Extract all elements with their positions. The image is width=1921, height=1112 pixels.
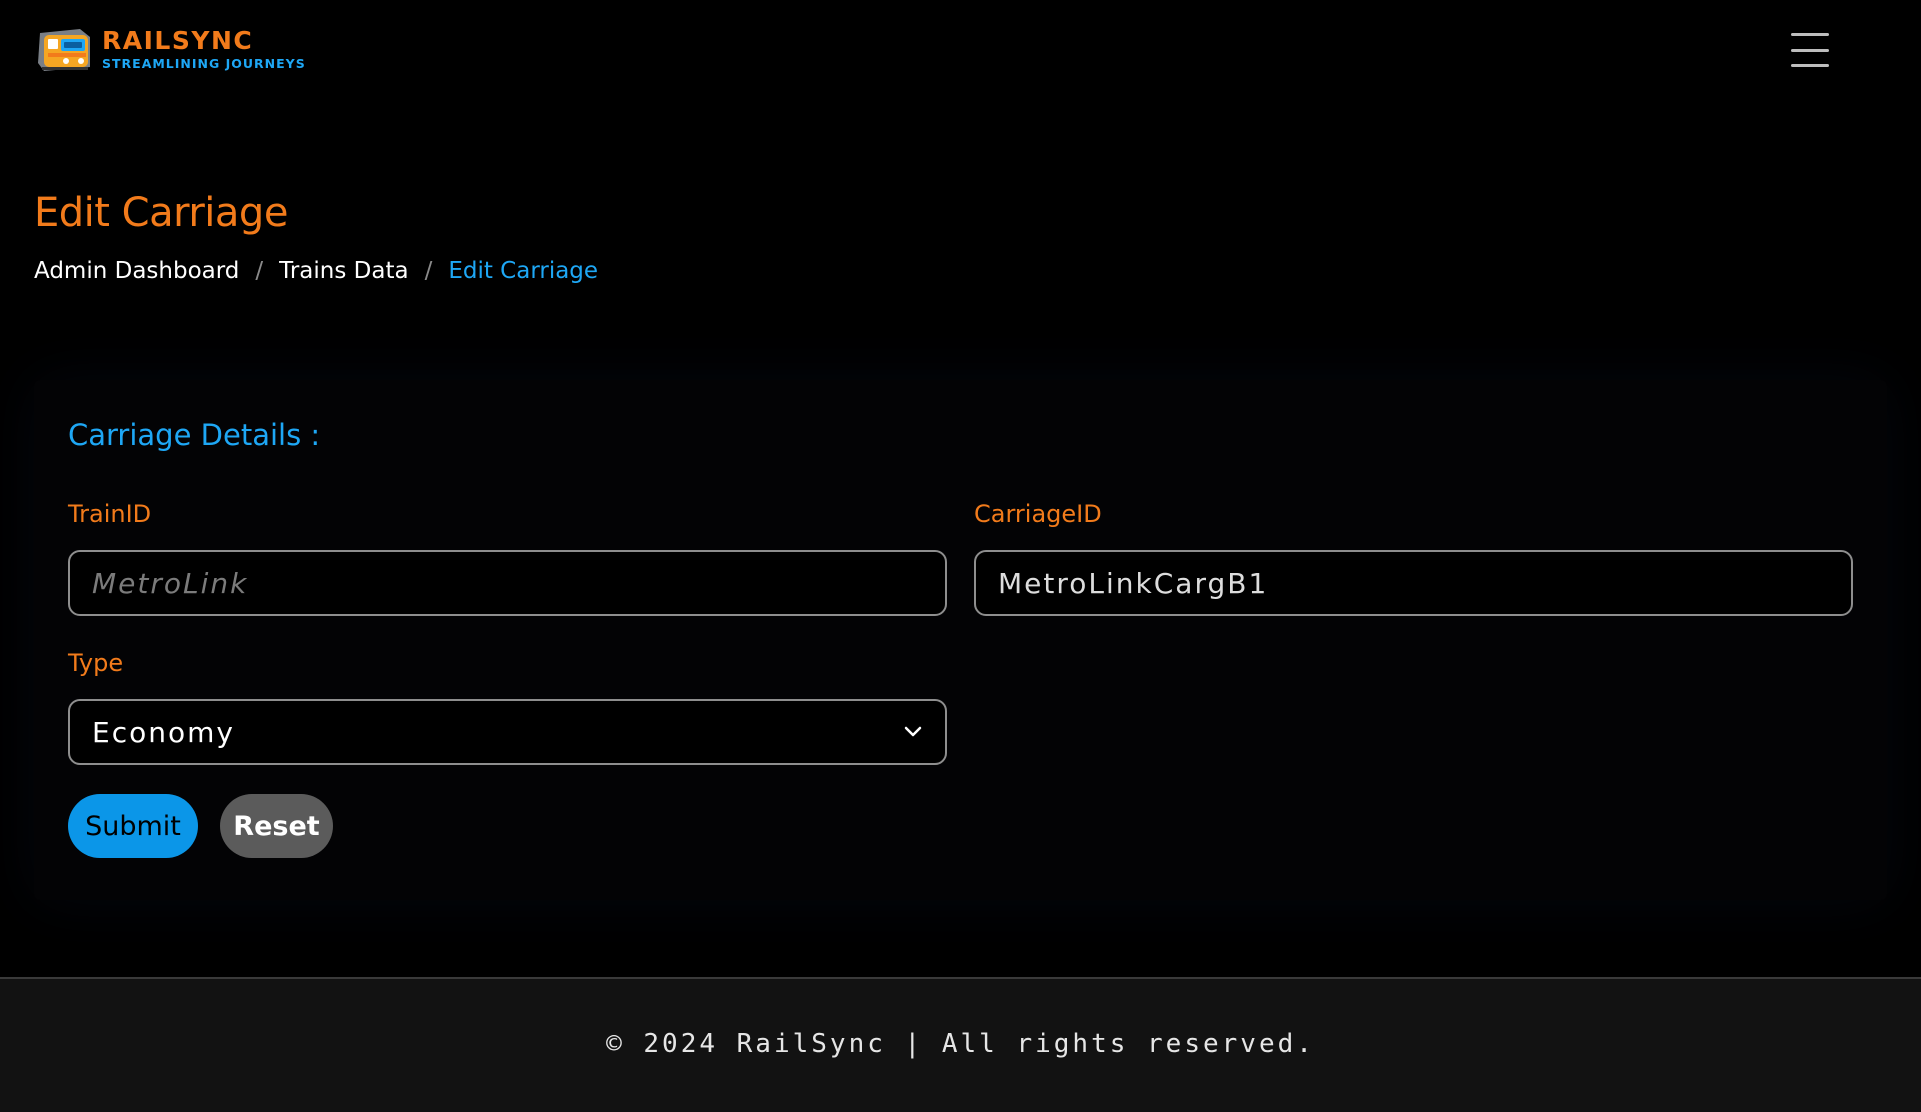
type-label: Type: [68, 649, 124, 677]
breadcrumb-separator: /: [255, 258, 264, 284]
section-title: Carriage Details :: [68, 418, 321, 452]
navbar: RAILSYNC STREAMLINING JOURNEYS: [0, 0, 1921, 100]
footer: © 2024 RailSync | All rights reserved.: [0, 977, 1921, 1112]
train-id-label: TrainID: [68, 500, 152, 528]
breadcrumb-current: Edit Carriage: [448, 258, 599, 284]
footer-copyright: © 2024 RailSync | All rights reserved.: [606, 1028, 1315, 1059]
breadcrumb-admin-dashboard[interactable]: Admin Dashboard: [34, 258, 239, 284]
brand-name: RAILSYNC: [102, 25, 254, 55]
brand-logo[interactable]: RAILSYNC STREAMLINING JOURNEYS: [34, 22, 306, 76]
submit-button[interactable]: Submit: [68, 794, 198, 858]
page-title: Edit Carriage: [34, 190, 288, 236]
type-select[interactable]: Economy: [68, 699, 947, 765]
reset-button[interactable]: Reset: [220, 794, 333, 858]
brand-tagline: STREAMLINING JOURNEYS: [102, 55, 306, 71]
carriage-id-label: CarriageID: [974, 500, 1102, 528]
type-selected-value: Economy: [92, 715, 235, 749]
breadcrumb-trains-data[interactable]: Trains Data: [279, 258, 408, 284]
page-header: Edit Carriage: [34, 190, 288, 236]
hamburger-menu-icon[interactable]: [1788, 30, 1832, 70]
chevron-down-icon: [903, 726, 923, 738]
breadcrumb: Admin Dashboard / Trains Data / Edit Car…: [34, 258, 598, 284]
breadcrumb-separator: /: [424, 258, 433, 284]
carriage-id-input[interactable]: MetroLinkCargB1: [974, 550, 1853, 616]
train-icon: [34, 23, 94, 75]
train-id-input[interactable]: MetroLink: [68, 550, 947, 616]
